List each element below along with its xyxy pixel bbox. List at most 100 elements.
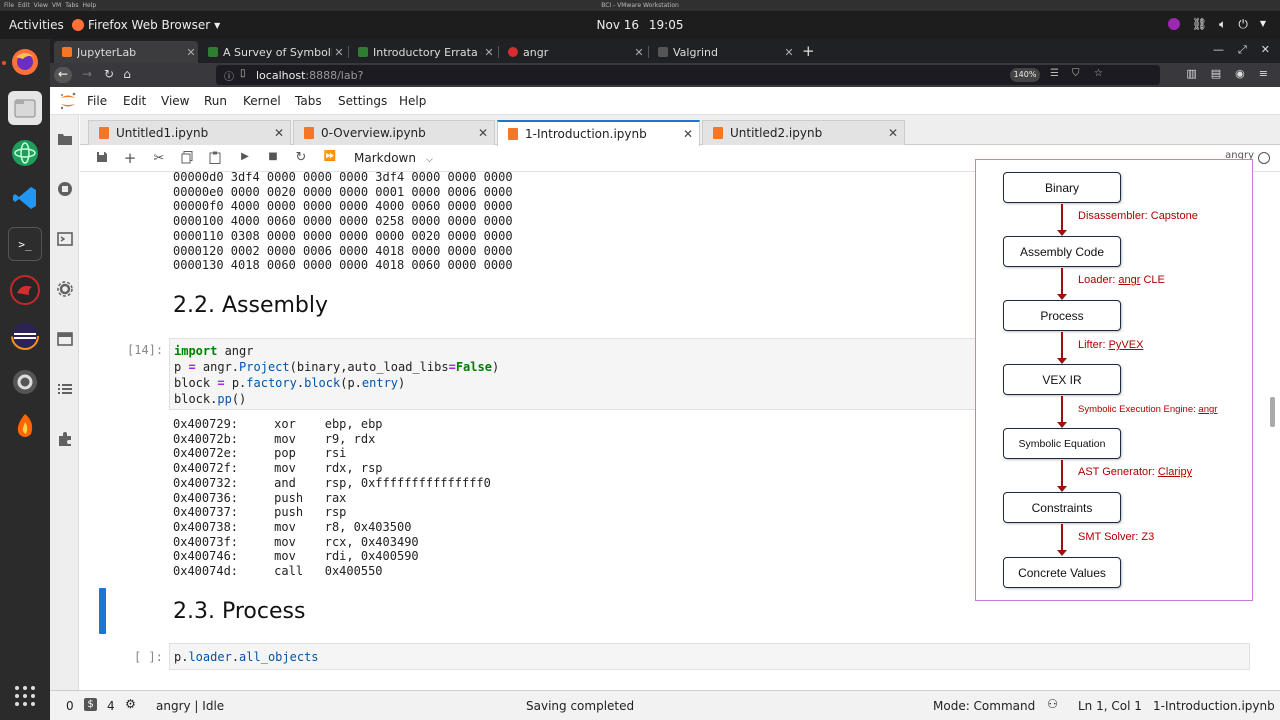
- url-text[interactable]: localhost:8888/lab?: [256, 69, 363, 82]
- reader-view-icon[interactable]: ☰: [1050, 68, 1059, 79]
- restart-icon[interactable]: ↻: [293, 151, 309, 167]
- stop-icon[interactable]: ■: [265, 151, 281, 167]
- clock-date: Nov 16: [596, 18, 640, 32]
- sidebar-icon[interactable]: ▤: [1211, 67, 1221, 80]
- menu-tabs[interactable]: Tabs: [295, 94, 322, 108]
- reload-icon[interactable]: ↻: [100, 67, 118, 83]
- browser-tab-angr[interactable]: angr ✕: [500, 41, 646, 63]
- notebook-tab-bar: Untitled1.ipynb ✕ 0-Overview.ipynb ✕ 1-I…: [80, 115, 1280, 146]
- library-icon[interactable]: ▥: [1186, 67, 1196, 80]
- minimize-icon[interactable]: —: [1213, 43, 1224, 57]
- notebook-tab-untitled2[interactable]: Untitled2.ipynb ✕: [702, 120, 905, 145]
- cell-type-select[interactable]: Markdown ⌵: [354, 151, 433, 165]
- bookmark-star-icon[interactable]: ☆: [1094, 68, 1103, 79]
- volume-icon[interactable]: 🔈︎: [1219, 17, 1226, 32]
- close-icon[interactable]: ✕: [332, 46, 346, 59]
- menu-settings[interactable]: Settings: [338, 94, 387, 108]
- bug-icon[interactable]: ⚇: [1046, 698, 1059, 711]
- edge-label-tool: Z3: [1141, 531, 1155, 543]
- kali-app-icon[interactable]: [8, 273, 42, 307]
- edge-label-prefix: AST Generator:: [1078, 466, 1158, 478]
- maximize-icon[interactable]: ⤢: [1238, 43, 1247, 57]
- new-tab-button[interactable]: +: [802, 42, 815, 60]
- menu-edit[interactable]: Edit: [123, 94, 146, 108]
- url-host: localhost: [256, 69, 306, 82]
- scrollbar-thumb[interactable]: [1270, 397, 1275, 427]
- browser-tab-errata[interactable]: Introductory Errata - angr ✕: [350, 41, 496, 63]
- account-icon[interactable]: ◉: [1235, 67, 1245, 80]
- menu-run[interactable]: Run: [204, 94, 227, 108]
- extension-manager-icon[interactable]: [56, 431, 74, 449]
- status-filename: 1-Introduction.ipynb: [1153, 699, 1275, 713]
- close-window-icon[interactable]: ✕: [1261, 43, 1270, 57]
- close-icon[interactable]: ✕: [268, 126, 290, 140]
- run-icon[interactable]: ▶: [237, 151, 253, 167]
- browser-tab-jupyterlab[interactable]: JupyterLab ✕: [54, 41, 198, 63]
- save-icon[interactable]: [94, 151, 110, 167]
- power-icon[interactable]: ⏻: [1238, 17, 1248, 32]
- code-token: (): [231, 392, 247, 406]
- code-cell-input[interactable]: p.loader.all_objects: [169, 643, 1250, 670]
- eclipse-icon[interactable]: [8, 319, 42, 353]
- table-of-contents-icon[interactable]: [56, 381, 74, 399]
- close-icon[interactable]: ✕: [677, 127, 699, 141]
- info-icon[interactable]: ⓘ: [224, 68, 234, 83]
- notebook-tab-introduction[interactable]: 1-Introduction.ipynb ✕: [497, 120, 700, 146]
- notebook-tab-overview[interactable]: 0-Overview.ipynb ✕: [293, 120, 495, 145]
- operator: =: [188, 360, 196, 374]
- running-sessions-icon[interactable]: [56, 181, 74, 199]
- open-tabs-icon[interactable]: [56, 331, 74, 349]
- close-icon[interactable]: ✕: [782, 46, 796, 59]
- hamburger-menu-icon[interactable]: ≡: [1259, 67, 1268, 80]
- burp-icon[interactable]: [8, 409, 42, 443]
- notebook-tab-untitled1[interactable]: Untitled1.ipynb ✕: [88, 120, 291, 145]
- forward-icon[interactable]: →: [78, 67, 96, 83]
- home-icon[interactable]: ⌂: [118, 67, 136, 83]
- browser-tab-survey[interactable]: A Survey of Symbolic Exe ✕: [200, 41, 346, 63]
- status-kernel[interactable]: angry | Idle: [156, 699, 224, 713]
- status-count-kernels[interactable]: 4: [107, 699, 115, 713]
- system-tray[interactable]: ⛓ 🔈︎ ⏻ ▼: [1167, 17, 1266, 32]
- menu-view[interactable]: View: [161, 94, 189, 108]
- show-applications-icon[interactable]: [8, 679, 42, 713]
- browser-tab-valgrind[interactable]: Valgrind ✕: [650, 41, 796, 63]
- status-mode[interactable]: Mode: Command: [933, 699, 1035, 713]
- firefox-icon[interactable]: [8, 45, 42, 79]
- fast-forward-icon[interactable]: ⏩: [322, 151, 338, 167]
- zoom-badge[interactable]: 140%: [1010, 68, 1040, 82]
- url-bar[interactable]: ⓘ ▯ localhost:8888/lab? 140% ☰ ⛉ ☆: [216, 65, 1160, 85]
- close-icon[interactable]: ✕: [472, 126, 494, 140]
- terminal-status-icon: $: [84, 698, 97, 711]
- folder-icon[interactable]: [56, 132, 74, 150]
- commands-icon[interactable]: [56, 231, 74, 249]
- cut-icon[interactable]: ✂: [151, 151, 167, 167]
- close-icon[interactable]: ✕: [482, 46, 496, 59]
- edge-label-prefix: SMT Solver:: [1078, 531, 1142, 543]
- property-inspector-icon[interactable]: [56, 281, 74, 299]
- paste-icon[interactable]: [207, 151, 223, 167]
- files-icon[interactable]: [8, 91, 42, 125]
- clock[interactable]: Nov 16 19:05: [0, 18, 1280, 32]
- status-cursor-position[interactable]: Ln 1, Col 1: [1078, 699, 1142, 713]
- kernel-status-icon: [1258, 152, 1270, 164]
- close-icon[interactable]: ✕: [632, 46, 646, 59]
- status-count-terminals[interactable]: 0: [66, 699, 74, 713]
- network-icon[interactable]: ⛓: [1192, 17, 1207, 32]
- code-token: .: [296, 376, 305, 390]
- atom-icon[interactable]: [8, 136, 42, 170]
- app-indicator-icon[interactable]: [1167, 18, 1180, 30]
- chevron-down-icon[interactable]: ▼: [1260, 19, 1266, 32]
- menu-help[interactable]: Help: [399, 94, 426, 108]
- pocket-icon[interactable]: ⛉: [1072, 68, 1080, 79]
- terminal-icon[interactable]: >_: [8, 227, 42, 261]
- settings-app-icon[interactable]: [8, 365, 42, 399]
- menu-file[interactable]: File: [87, 94, 107, 108]
- vscode-icon[interactable]: [8, 181, 42, 215]
- code-token: angr.: [195, 360, 240, 374]
- add-cell-icon[interactable]: +: [122, 151, 138, 167]
- close-icon[interactable]: ✕: [882, 126, 904, 140]
- menu-kernel[interactable]: Kernel: [243, 94, 281, 108]
- close-icon[interactable]: ✕: [184, 46, 198, 59]
- back-icon[interactable]: ←: [54, 67, 72, 83]
- copy-icon[interactable]: [179, 151, 195, 167]
